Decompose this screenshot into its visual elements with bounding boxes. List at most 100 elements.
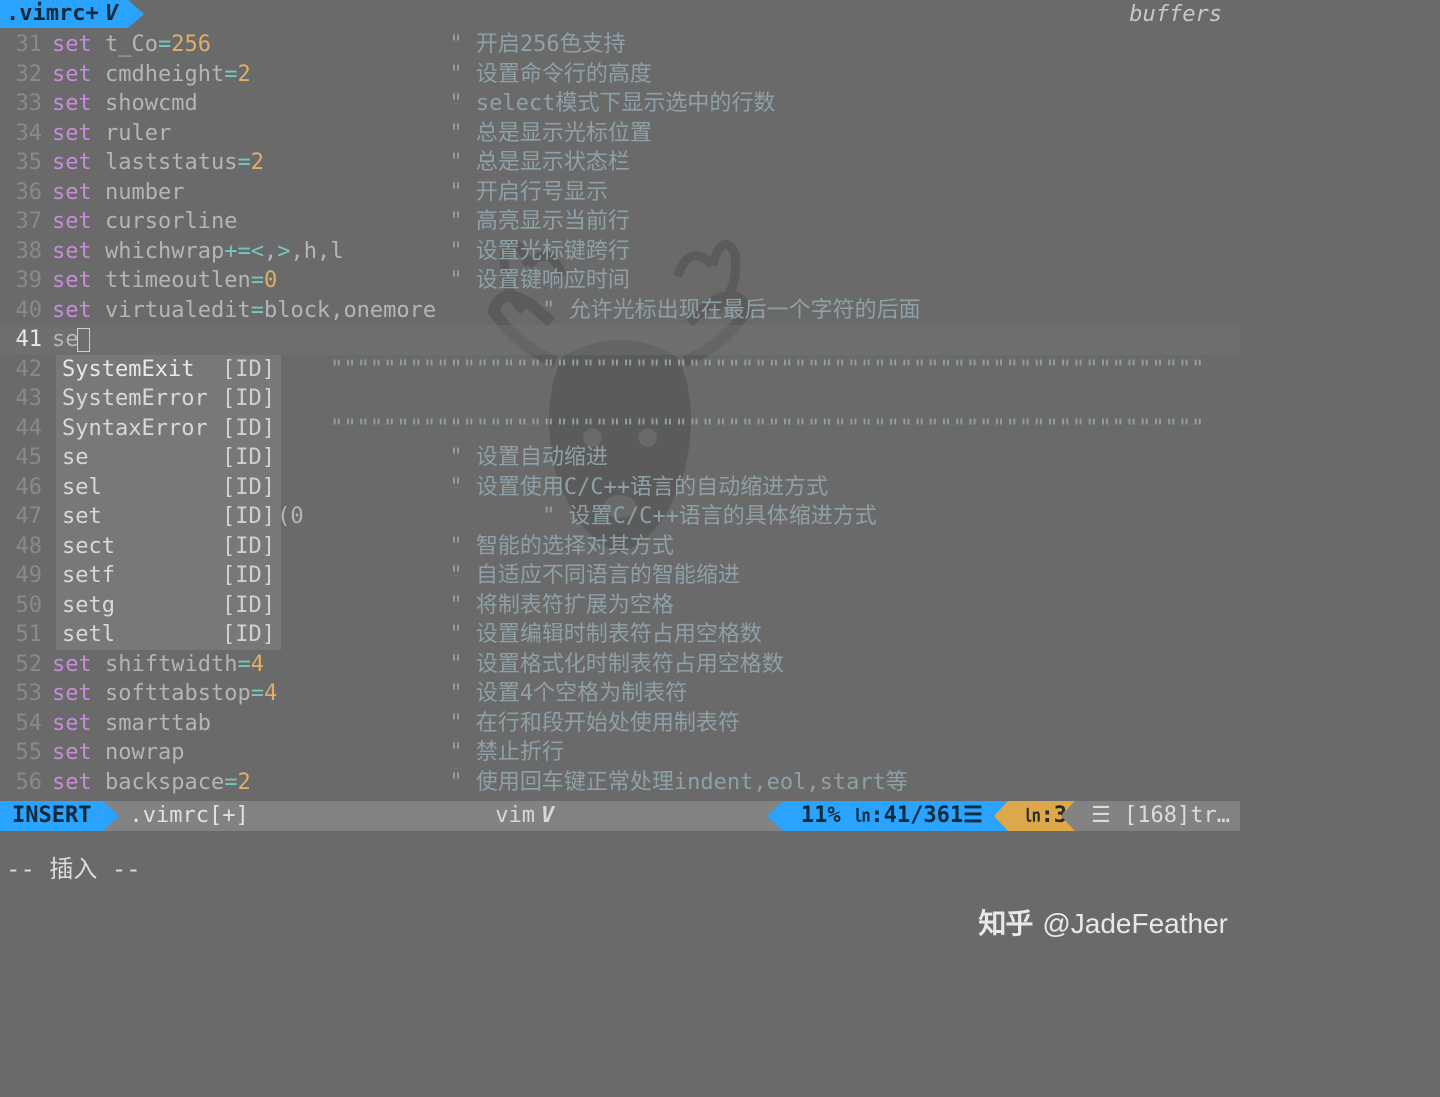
code-line[interactable]: 56set backspace=2 " 使用回车键正常处理indent,eol,… — [0, 768, 1240, 798]
completion-item[interactable]: SystemError[ID] — [56, 384, 281, 414]
status-filename: .vimrc[+] — [103, 801, 266, 831]
completion-word: set — [62, 502, 222, 532]
completion-item[interactable]: setl[ID] — [56, 620, 281, 650]
completion-word: se — [62, 443, 222, 473]
line-number: 39 — [0, 266, 52, 296]
completion-item[interactable]: setg[ID] — [56, 591, 281, 621]
completion-popup[interactable]: SystemExit[ID]SystemError[ID]SyntaxError… — [56, 355, 281, 650]
code-line[interactable]: 55set nowrap " 禁止折行 — [0, 738, 1240, 768]
line-content: set nowrap " 禁止折行 — [52, 738, 564, 768]
code-line[interactable]: 35set laststatus=2 " 总是显示状态栏 — [0, 148, 1240, 178]
line-content: set softtabstop=4 " 设置4个空格为制表符 — [52, 679, 687, 709]
code-line[interactable]: 40set virtualedit=block,onemore " 允许光标出现… — [0, 296, 1240, 326]
zhihu-logo-icon: 知乎 — [978, 909, 1032, 939]
line-content: set ruler " 总是显示光标位置 — [52, 119, 652, 149]
line-content: set number " 开启行号显示 — [52, 178, 608, 208]
line-content: set shiftwidth=4 " 设置格式化时制表符占用空格数 — [52, 650, 784, 680]
completion-item[interactable]: sel[ID] — [56, 473, 281, 503]
code-line[interactable]: 38set whichwrap+=<,>,h,l " 设置光标键跨行 — [0, 237, 1240, 267]
line-number: 43 — [0, 384, 52, 414]
completion-item[interactable]: set[ID] — [56, 502, 281, 532]
status-filetype: vim V — [485, 801, 564, 831]
line-number: 40 — [0, 296, 52, 326]
line-number: 54 — [0, 709, 52, 739]
line-content: se — [52, 325, 90, 355]
completion-kind: [ID] — [222, 443, 275, 473]
line-number: 31 — [0, 30, 52, 60]
line-number: 32 — [0, 60, 52, 90]
code-line[interactable]: 32set cmdheight=2 " 设置命令行的高度 — [0, 60, 1240, 90]
code-line[interactable]: 52set shiftwidth=4 " 设置格式化时制表符占用空格数 — [0, 650, 1240, 680]
line-number: 36 — [0, 178, 52, 208]
line-content: set virtualedit=block,onemore " 允许光标出现在最… — [52, 296, 921, 326]
status-trailing: ☰ [168]tr… — [1075, 801, 1240, 831]
line-number: 47 — [0, 502, 52, 532]
line-number: 46 — [0, 473, 52, 503]
line-number: 48 — [0, 532, 52, 562]
code-line[interactable]: 31set t_Co=256 " 开启256色支持 — [0, 30, 1240, 60]
tab-active-file[interactable]: .vimrc + V — [0, 0, 128, 28]
line-content: set ttimeoutlen=0 " 设置键响应时间 — [52, 266, 630, 296]
line-content: set whichwrap+=<,>,h,l " 设置光标键跨行 — [52, 237, 630, 267]
line-content: set smarttab " 在行和段开始处使用制表符 — [52, 709, 740, 739]
completion-kind: [ID] — [222, 502, 275, 532]
line-number: 35 — [0, 148, 52, 178]
line-content: set t_Co=256 " 开启256色支持 — [52, 30, 626, 60]
completion-kind: [ID] — [222, 591, 275, 621]
completion-item[interactable]: setf[ID] — [56, 561, 281, 591]
line-number: 56 — [0, 768, 52, 798]
line-number-icon: ㏑ — [854, 801, 871, 831]
line-number: 34 — [0, 119, 52, 149]
completion-kind: [ID] — [222, 355, 275, 385]
completion-word: SyntaxError — [62, 414, 222, 444]
completion-kind: [ID] — [222, 532, 275, 562]
command-line: -- 插入 -- — [0, 855, 1240, 885]
code-line[interactable]: 33set showcmd " select模式下显示选中的行数 — [0, 89, 1240, 119]
line-number: 42 — [0, 355, 52, 385]
author-handle: @JadeFeather — [1042, 909, 1228, 939]
code-line[interactable]: 53set softtabstop=4 " 设置4个空格为制表符 — [0, 679, 1240, 709]
code-line[interactable]: 39set ttimeoutlen=0 " 设置键响应时间 — [0, 266, 1240, 296]
status-mode: INSERT — [0, 801, 103, 831]
line-number: 49 — [0, 561, 52, 591]
code-line[interactable]: 37set cursorline " 高亮显示当前行 — [0, 207, 1240, 237]
code-line[interactable]: 36set number " 开启行号显示 — [0, 178, 1240, 208]
vim-logo-icon: V — [541, 801, 554, 831]
line-number: 41 — [0, 325, 52, 355]
line-number: 33 — [0, 89, 52, 119]
line-number: 44 — [0, 414, 52, 444]
line-number: 50 — [0, 591, 52, 621]
line-content: set cursorline " 高亮显示当前行 — [52, 207, 630, 237]
vim-logo-icon: V — [105, 0, 118, 29]
code-line[interactable]: 34set ruler " 总是显示光标位置 — [0, 119, 1240, 149]
completion-kind: [ID] — [222, 620, 275, 650]
completion-word: setf — [62, 561, 222, 591]
line-content: set cmdheight=2 " 设置命令行的高度 — [52, 60, 652, 90]
line-content: set laststatus=2 " 总是显示状态栏 — [52, 148, 630, 178]
code-line[interactable]: 54set smarttab " 在行和段开始处使用制表符 — [0, 709, 1240, 739]
completion-item[interactable]: se[ID] — [56, 443, 281, 473]
completion-kind: [ID] — [222, 384, 275, 414]
line-number: 51 — [0, 620, 52, 650]
completion-item[interactable]: SyntaxError[ID] — [56, 414, 281, 444]
line-content: set backspace=2 " 使用回车键正常处理indent,eol,st… — [52, 768, 908, 798]
completion-word: sel — [62, 473, 222, 503]
status-spacer: vim V — [267, 801, 783, 831]
completion-word: setg — [62, 591, 222, 621]
code-line[interactable]: 41se — [0, 325, 1240, 355]
line-number: 53 — [0, 679, 52, 709]
line-number: 37 — [0, 207, 52, 237]
buffers-label[interactable]: buffers — [1129, 0, 1222, 30]
line-content: set showcmd " select模式下显示选中的行数 — [52, 89, 775, 119]
line-number: 52 — [0, 650, 52, 680]
completion-word: SystemError — [62, 384, 222, 414]
completion-item[interactable]: SystemExit[ID] — [56, 355, 281, 385]
completion-item[interactable]: sect[ID] — [56, 532, 281, 562]
tab-bar: .vimrc + V buffers — [0, 0, 1240, 28]
cursor — [77, 328, 90, 352]
status-bar: INSERT .vimrc[+] vim V 11% ㏑ :41/361 ☰ ㏑… — [0, 801, 1240, 831]
tab-filename: .vimrc — [6, 0, 85, 29]
watermark-credit: 知乎 @JadeFeather — [978, 909, 1228, 939]
completion-word: SystemExit — [62, 355, 222, 385]
completion-word: setl — [62, 620, 222, 650]
